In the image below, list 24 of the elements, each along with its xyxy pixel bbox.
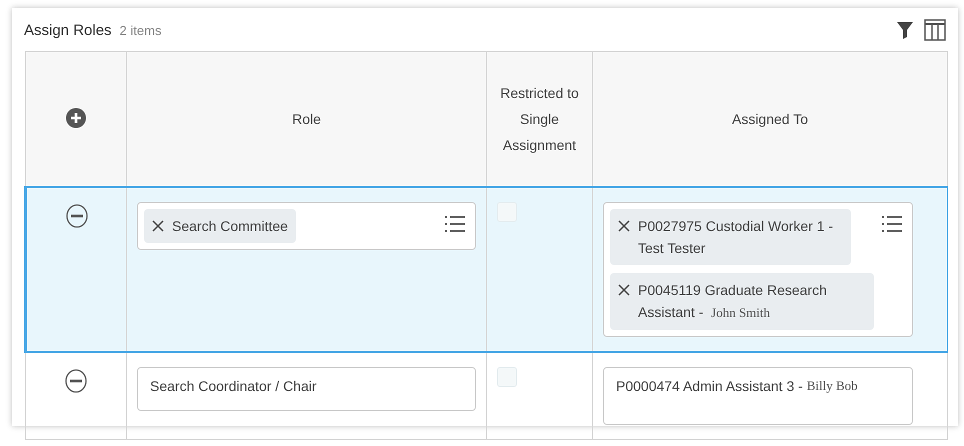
assignee-chip[interactable]: P0045119 Graduate Research Assistant - John Smith [610, 273, 874, 330]
assignee-chip[interactable]: P0027975 Custodial Worker 1 - Test Tester [610, 209, 851, 265]
filter-icon[interactable] [896, 20, 914, 40]
assigned-field[interactable]: P0027975 Custodial Worker 1 - Test Tester P0045119 Graduate Research Assistant - John Smith [603, 202, 913, 337]
role-field[interactable]: Search Committee [137, 202, 476, 250]
remove-icon[interactable] [618, 220, 630, 232]
column-header: Restricted to Single Assignment [499, 84, 580, 155]
remove-icon[interactable] [618, 284, 630, 296]
role-field[interactable]: Search Coordinator / Chair [137, 367, 476, 411]
column-header: Assigned To [732, 110, 808, 129]
columns-icon[interactable] [924, 19, 946, 41]
remove-icon[interactable] [152, 220, 164, 232]
column-header: Role [292, 110, 321, 129]
item-count: 2 items [120, 22, 162, 38]
remove-row-icon[interactable] [65, 369, 87, 393]
add-row-icon[interactable] [65, 106, 87, 128]
list-icon[interactable] [882, 215, 902, 233]
table-row[interactable]: Search Coordinator / Chair P0000474 Admin Assistant 3 - Billy Bob [26, 352, 948, 440]
table-row[interactable]: Search Committee P0027975 Custodial Worker 1 - Test Tester P0045119 Graduate Research Assistant - John Smith [26, 187, 948, 352]
list-icon[interactable] [445, 215, 465, 233]
role-chip[interactable]: Search Committee [144, 209, 296, 243]
grid-title: Assign Roles [24, 22, 112, 38]
remove-row-icon[interactable] [66, 204, 88, 228]
assigned-field[interactable]: P0000474 Admin Assistant 3 - Billy Bob [603, 367, 913, 425]
